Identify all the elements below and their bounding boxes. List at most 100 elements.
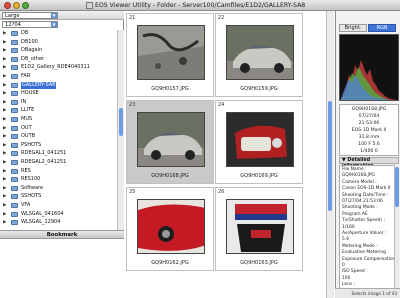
- tree-item[interactable]: ▶ E1D2_Gallery_RDE4040311: [0, 64, 117, 71]
- tab-brightness[interactable]: Bright.: [339, 24, 367, 32]
- tree-item[interactable]: ▶ WLSGAL_12904: [0, 219, 117, 226]
- tree-item[interactable]: ▶ WLSGAL_041604: [0, 211, 117, 218]
- disclosure-triangle-icon[interactable]: ▶: [3, 73, 6, 80]
- folder-icon: [11, 168, 18, 174]
- folder-icon: [11, 151, 18, 157]
- detail-scrollbar[interactable]: [394, 165, 399, 289]
- thumbnail-index: 23: [129, 102, 136, 108]
- disclosure-triangle-icon[interactable]: ▶: [3, 176, 6, 183]
- folder-icon: [11, 99, 18, 105]
- tree-item[interactable]: ▶ DBagain: [0, 47, 117, 54]
- disclosure-triangle-icon[interactable]: ▶: [3, 219, 6, 226]
- tree-item[interactable]: ▶ VFA: [0, 202, 117, 209]
- disclosure-triangle-icon[interactable]: ▶: [3, 107, 6, 114]
- window-title: EOS Viewer Utility - Folder - Server100/…: [95, 2, 306, 9]
- disclosure-triangle-icon[interactable]: ▶: [3, 56, 6, 63]
- disclosure-triangle-icon[interactable]: ▶: [3, 30, 6, 37]
- disclosure-triangle-icon[interactable]: ▶: [3, 142, 6, 149]
- left-panel: Large ▼ 12?04 ▼ ▶ DB ▶ DB100 ▶ DBagain ▶ DB_oth…: [0, 11, 124, 298]
- close-button[interactable]: [4, 2, 11, 9]
- disclosure-triangle-icon[interactable]: ▶: [3, 202, 6, 209]
- tree-item[interactable]: ▶ HOUSE: [0, 90, 117, 97]
- thumbnail-cell[interactable]: 25 GQ9H0162.JPG: [126, 187, 214, 271]
- detail-scroll-thumb[interactable]: [395, 167, 399, 207]
- folder-icon: [11, 185, 18, 191]
- disclosure-triangle-icon[interactable]: ▶: [3, 159, 6, 166]
- tree-item-label: DB_other: [21, 55, 45, 62]
- detail-line: 100: [342, 275, 351, 281]
- tree-item-label: WLSGAL_041604: [21, 210, 64, 217]
- photo-thumbnail[interactable]: [226, 112, 294, 167]
- folder-icon: [11, 48, 18, 54]
- folder-icon: [11, 203, 18, 208]
- disclosure-triangle-icon[interactable]: ▶: [3, 133, 6, 140]
- detail-line: 5.6: [342, 237, 349, 243]
- tab-rgb[interactable]: RGB: [368, 24, 396, 32]
- size-select[interactable]: Large ▼: [2, 12, 58, 19]
- drive-select[interactable]: 12?04 ▼: [2, 21, 58, 28]
- disclosure-triangle-icon[interactable]: ▶: [3, 82, 6, 89]
- tree-scrollbar[interactable]: [117, 30, 124, 230]
- disclosure-triangle-icon[interactable]: ▶: [3, 150, 6, 157]
- bookmark-list[interactable]: [0, 239, 124, 298]
- grid-scroll-thumb[interactable]: [328, 101, 332, 211]
- disclosure-triangle-icon[interactable]: ▶: [3, 116, 6, 123]
- tree-item[interactable]: ▶ GALLERY-SA8: [0, 81, 117, 89]
- thumbnail-cell[interactable]: 23 GQ9H0168.JPG: [126, 100, 214, 184]
- tree-item[interactable]: ▶ LLITE: [0, 107, 117, 114]
- disclosure-triangle-icon[interactable]: ▶: [3, 125, 6, 132]
- thumbnail-grid: 21 GQ9H0157.JPG 22 GQ9H0159.JPG 23 GQ9H0168.J…: [124, 11, 335, 298]
- tree-item[interactable]: ▶ RES: [0, 168, 117, 175]
- tree-item-label: GALLERY-SA8: [21, 81, 57, 89]
- detail-header[interactable]: ▼ Detailed information: [339, 157, 399, 169]
- tree-item[interactable]: ▶ MUS: [0, 116, 117, 123]
- photo-thumbnail[interactable]: [137, 199, 205, 254]
- disclosure-triangle-icon[interactable]: ▶: [3, 185, 6, 192]
- disclosure-triangle-icon[interactable]: ▶: [3, 47, 6, 54]
- tree-item[interactable]: ▶ Software: [0, 185, 117, 192]
- detail-line: ISO Speed :: [342, 269, 368, 275]
- folder-icon: [11, 82, 18, 88]
- tree-item[interactable]: ▶ RDEGAL1_041251: [0, 150, 117, 157]
- disclosure-triangle-icon[interactable]: ▶: [3, 193, 6, 200]
- tree-item[interactable]: ▶ DB_other: [0, 56, 117, 63]
- thumbnail-cell[interactable]: 26 GQ9H0163.JPG: [215, 187, 303, 271]
- tree-item[interactable]: ▶ SSHOTS: [0, 193, 117, 200]
- zoom-button[interactable]: [22, 2, 29, 9]
- disclosure-triangle-icon[interactable]: ▶: [3, 39, 6, 46]
- tree-item[interactable]: ▶ IN: [0, 99, 117, 106]
- disclosure-triangle-icon[interactable]: ▶: [3, 99, 6, 106]
- thumbnail-cell[interactable]: 21 GQ9H0157.JPG: [126, 13, 214, 97]
- folder-icon: [11, 177, 18, 183]
- tree-item[interactable]: ▶ RDEGAL2_041251: [0, 159, 117, 166]
- disclosure-triangle-icon[interactable]: ▶: [3, 211, 6, 218]
- tree-item[interactable]: ▶ OUT: [0, 125, 117, 132]
- tree-item[interactable]: ▶ DB100: [0, 39, 117, 46]
- tree-item[interactable]: ▶ OUTB: [0, 133, 117, 140]
- thumbnail-index: 22: [218, 15, 225, 21]
- tree-item-label: Software: [21, 184, 44, 191]
- disclosure-triangle-icon[interactable]: ▶: [3, 168, 6, 175]
- tree-item-label: E1D2_Gallery_RDE4040311: [21, 64, 90, 71]
- thumbnail-cell[interactable]: 22 GQ9H0159.JPG: [215, 13, 303, 97]
- photo-thumbnail[interactable]: [226, 199, 294, 254]
- tree-item[interactable]: ▶ PSHOTS: [0, 142, 117, 149]
- photo-thumbnail[interactable]: [226, 25, 294, 80]
- tree-scroll-thumb[interactable]: [119, 108, 123, 136]
- tree-item-label: HOUSE: [21, 90, 39, 97]
- disclosure-triangle-icon[interactable]: ▶: [3, 90, 6, 97]
- tree-item[interactable]: ▶ RES100: [0, 176, 117, 183]
- tree-item[interactable]: ▶ FAR: [0, 73, 117, 80]
- detail-info: File Name : GQ9H0168.JPG Camera Model : C…: [339, 165, 399, 289]
- folder-icon: [11, 108, 18, 114]
- minimize-button[interactable]: [13, 2, 20, 9]
- photo-thumbnail[interactable]: [137, 112, 205, 167]
- photo-thumbnail[interactable]: [137, 25, 205, 80]
- disclosure-triangle-icon[interactable]: ▶: [3, 64, 6, 71]
- tree-item-label: LLITE: [21, 107, 35, 114]
- detail-line: Shooting Mode :: [342, 205, 378, 211]
- grid-scrollbar[interactable]: [326, 11, 334, 298]
- thumbnail-cell[interactable]: 24 GQ9H0169.JPG: [215, 100, 303, 184]
- tree-item[interactable]: ▶ DB: [0, 30, 117, 37]
- detail-line: Camera Model :: [342, 179, 377, 185]
